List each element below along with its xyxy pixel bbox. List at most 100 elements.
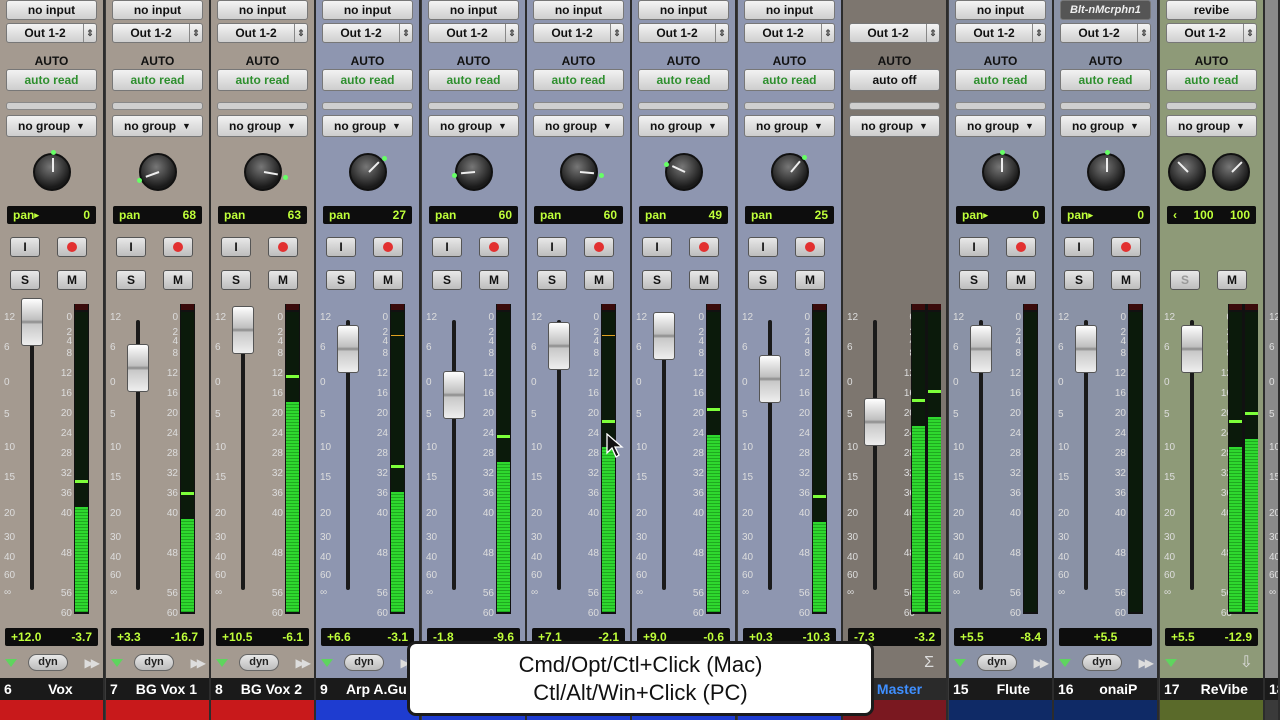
output-stepper-icon[interactable]: ⇕: [715, 24, 728, 42]
input-selector[interactable]: no input: [533, 0, 624, 20]
input-monitor-button[interactable]: I: [537, 237, 567, 257]
volume-fader[interactable]: [21, 298, 43, 346]
output-stepper-icon[interactable]: ⇕: [294, 24, 307, 42]
group-selector[interactable]: no group ▼: [533, 115, 624, 137]
solo-button[interactable]: S: [1064, 270, 1094, 290]
volume-readout[interactable]: +5.5 -8.4: [954, 628, 1047, 646]
mute-button[interactable]: M: [479, 270, 509, 290]
mute-button[interactable]: M: [57, 270, 87, 290]
mute-button[interactable]: M: [689, 270, 719, 290]
input-monitor-button[interactable]: I: [1064, 237, 1094, 257]
track-name[interactable]: 7 BG Vox 1: [106, 678, 209, 700]
record-enable-button[interactable]: [163, 237, 193, 257]
pan-knob-left[interactable]: [1168, 153, 1206, 191]
fast-forward-icon[interactable]: ▶▶: [85, 656, 101, 670]
track-down-arrow-icon[interactable]: [954, 659, 966, 667]
track-down-arrow-icon[interactable]: [1165, 659, 1177, 667]
automation-mode-selector[interactable]: auto read: [322, 69, 413, 91]
input-selector[interactable]: no input: [6, 0, 97, 20]
clip-indicator[interactable]: [707, 304, 720, 310]
track-down-arrow-icon[interactable]: [216, 659, 228, 667]
solo-button[interactable]: S: [959, 270, 989, 290]
clip-indicator[interactable]: [1129, 304, 1142, 310]
output-selector[interactable]: Out 1-2 ⇕: [533, 23, 624, 43]
pan-readout[interactable]: pan 60: [429, 206, 518, 224]
input-selector[interactable]: no input: [638, 0, 729, 20]
track-name[interactable]: 16 onaiP: [1054, 678, 1157, 700]
output-stepper-icon[interactable]: ⇕: [926, 24, 939, 42]
pan-readout[interactable]: pan ▸ 0: [956, 206, 1045, 224]
record-enable-button[interactable]: [689, 237, 719, 257]
volume-fader[interactable]: [548, 322, 570, 371]
record-enable-button[interactable]: [1006, 237, 1036, 257]
solo-button[interactable]: S: [221, 270, 251, 290]
volume-fader[interactable]: [443, 370, 465, 419]
clip-indicator[interactable]: [813, 304, 826, 310]
track-name[interactable]: 8 BG Vox 2: [211, 678, 314, 700]
clip-indicator[interactable]: [602, 304, 615, 310]
track-down-arrow-icon[interactable]: [1059, 659, 1071, 667]
pan-knob[interactable]: [349, 153, 387, 191]
volume-readout[interactable]: +12.0 -3.7: [5, 628, 98, 646]
clip-indicator[interactable]: [928, 304, 941, 310]
input-monitor-button[interactable]: I: [959, 237, 989, 257]
pan-knob[interactable]: [771, 153, 809, 191]
output-stepper-icon[interactable]: ⇕: [1137, 24, 1150, 42]
clip-indicator[interactable]: [75, 304, 88, 310]
mute-button[interactable]: M: [373, 270, 403, 290]
track-down-arrow-icon[interactable]: [5, 659, 17, 667]
pan-knob[interactable]: [982, 150, 1020, 191]
volume-fader[interactable]: [970, 325, 992, 373]
automation-mode-selector[interactable]: auto read: [955, 69, 1046, 91]
input-monitor-button[interactable]: I: [221, 237, 251, 257]
solo-button[interactable]: S: [432, 270, 462, 290]
pan-knob[interactable]: [33, 150, 71, 191]
solo-button[interactable]: S: [748, 270, 778, 290]
group-selector[interactable]: no group ▼: [217, 115, 308, 137]
track-down-arrow-icon[interactable]: [111, 659, 123, 667]
solo-button[interactable]: S: [116, 270, 146, 290]
mute-button[interactable]: M: [163, 270, 193, 290]
mute-button[interactable]: M: [268, 270, 298, 290]
input-selector[interactable]: revibe: [1166, 0, 1257, 20]
output-stepper-icon[interactable]: ⇕: [399, 24, 412, 42]
output-stepper-icon[interactable]: ⇕: [1032, 24, 1045, 42]
output-stepper-icon[interactable]: ⇕: [1243, 24, 1256, 42]
pan-readout[interactable]: pan 27: [323, 206, 412, 224]
output-stepper-icon[interactable]: ⇕: [821, 24, 834, 42]
dynamic-automation-button[interactable]: dyn: [239, 654, 279, 671]
clip-indicator[interactable]: [181, 304, 194, 310]
volume-fader[interactable]: [864, 397, 886, 446]
volume-readout[interactable]: +5.5: [1059, 628, 1152, 646]
output-selector[interactable]: Out 1-2 ⇕: [322, 23, 413, 43]
automation-mode-selector[interactable]: auto read: [428, 69, 519, 91]
output-selector[interactable]: Out 1-2 ⇕: [428, 23, 519, 43]
input-monitor-button[interactable]: I: [10, 237, 40, 257]
solo-button[interactable]: S: [537, 270, 567, 290]
dynamic-automation-button[interactable]: dyn: [977, 654, 1017, 671]
output-stepper-icon[interactable]: ⇕: [83, 24, 96, 42]
input-monitor-button[interactable]: I: [748, 237, 778, 257]
group-selector[interactable]: no group ▼: [112, 115, 203, 137]
automation-mode-selector[interactable]: auto read: [533, 69, 624, 91]
track-name[interactable]: 6 Vox: [0, 678, 103, 700]
pan-knob-right[interactable]: [1212, 153, 1250, 191]
input-monitor-button[interactable]: I: [642, 237, 672, 257]
group-selector[interactable]: no group ▼: [849, 115, 940, 137]
pan-readout[interactable]: pan 49: [639, 206, 728, 224]
volume-readout[interactable]: +3.3 -16.7: [111, 628, 204, 646]
pan-readout[interactable]: pan 63: [218, 206, 307, 224]
group-selector[interactable]: no group ▼: [1060, 115, 1151, 137]
group-selector[interactable]: no group ▼: [955, 115, 1046, 137]
automation-mode-selector[interactable]: auto read: [112, 69, 203, 91]
solo-button[interactable]: S: [642, 270, 672, 290]
volume-fader[interactable]: [1181, 325, 1203, 373]
pan-knob[interactable]: [1087, 150, 1125, 191]
volume-fader[interactable]: [1075, 325, 1097, 373]
clip-indicator[interactable]: [1245, 304, 1258, 310]
clip-indicator[interactable]: [1229, 304, 1242, 310]
pan-readout[interactable]: pan 25: [745, 206, 834, 224]
record-enable-button[interactable]: [57, 237, 87, 257]
output-selector[interactable]: Out 1-2 ⇕: [217, 23, 308, 43]
input-selector[interactable]: Blt-nMcrphn1: [1060, 0, 1151, 20]
